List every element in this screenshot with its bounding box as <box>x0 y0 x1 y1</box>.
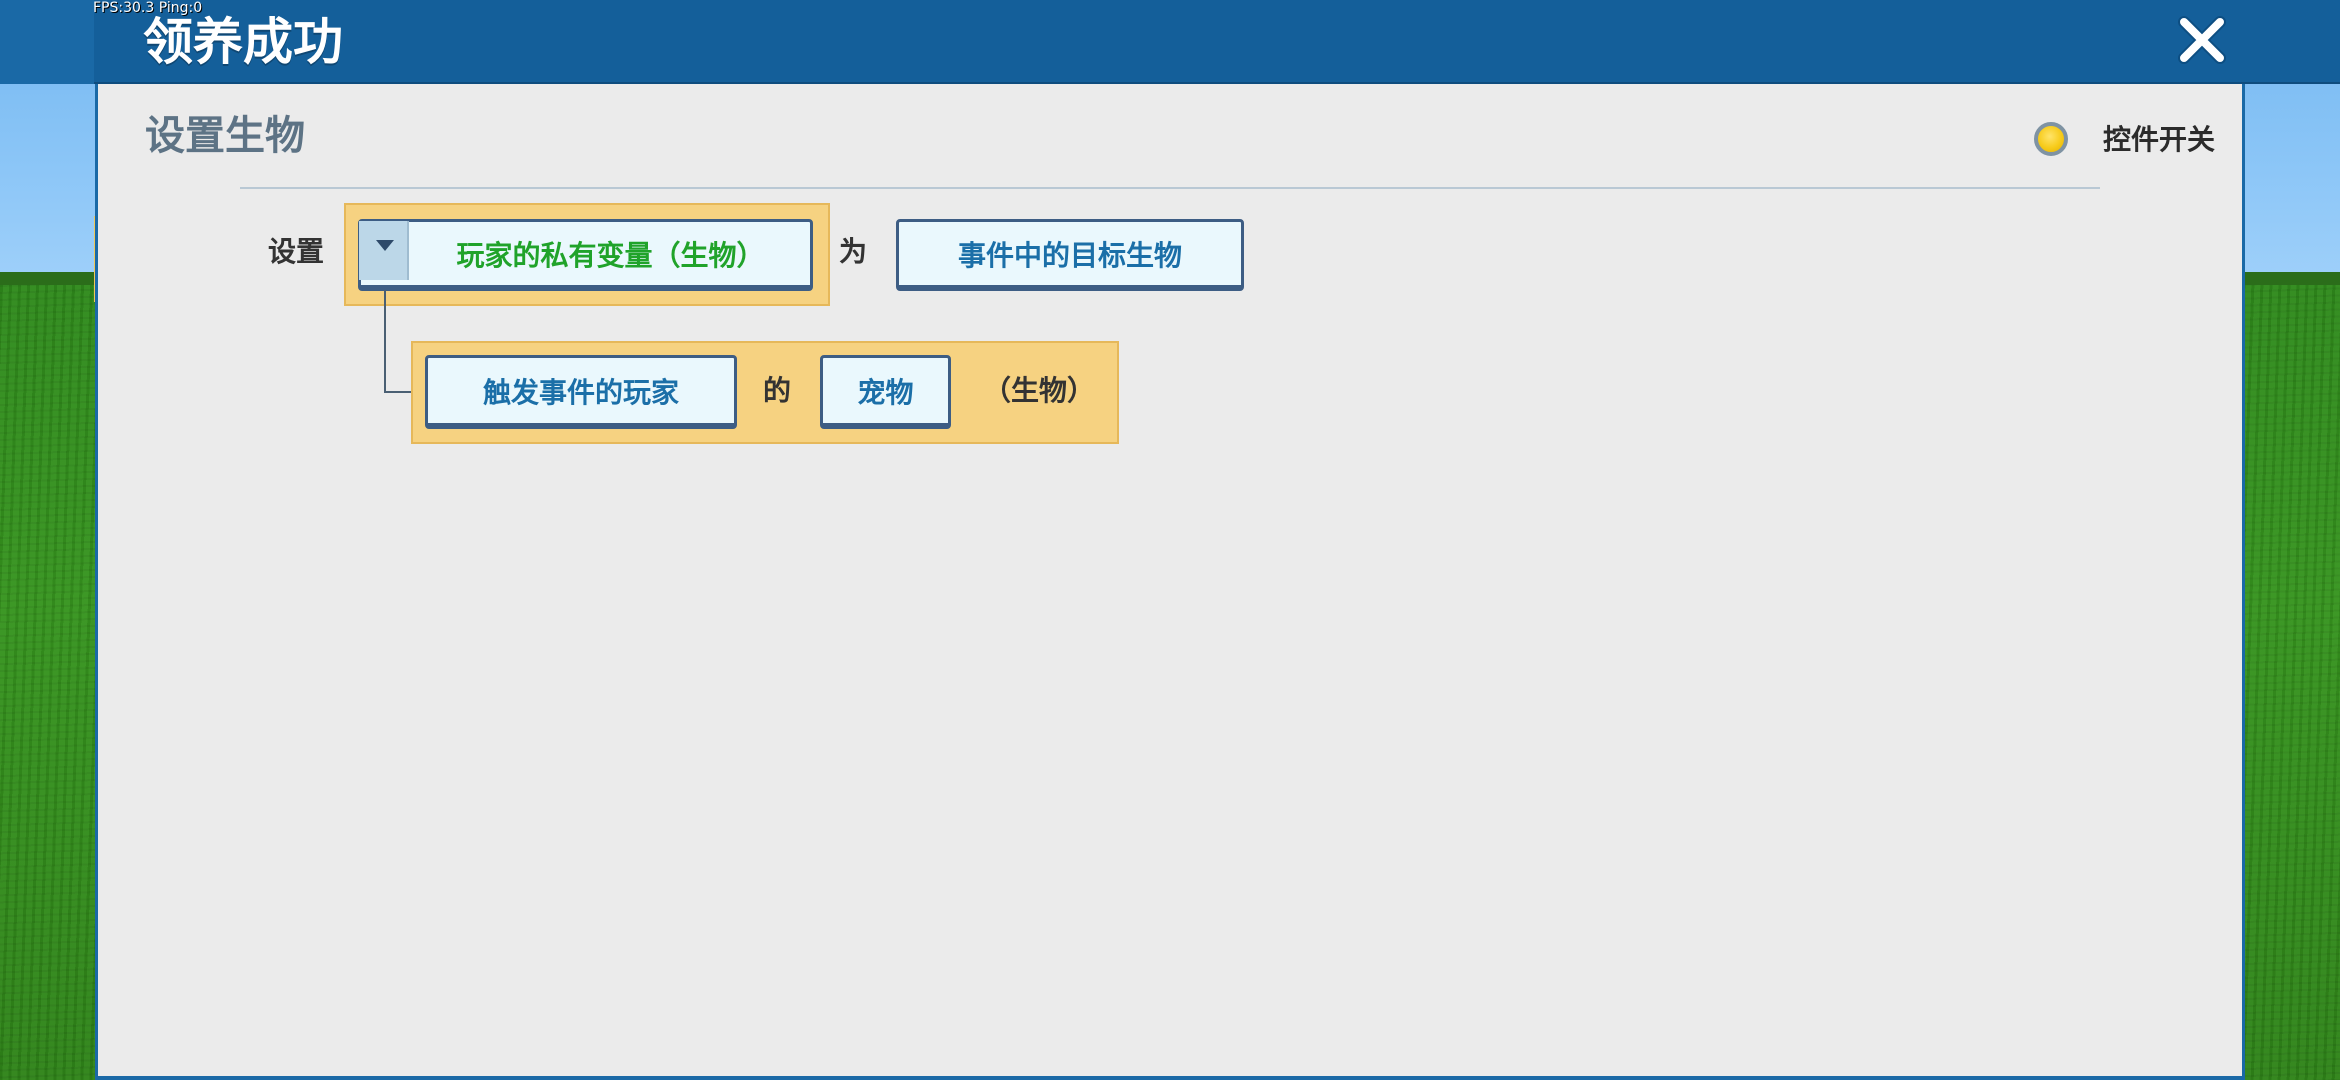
header-left-edge <box>0 0 94 84</box>
target-creature-button[interactable]: 事件中的目标生物 <box>896 219 1244 291</box>
close-icon <box>2178 16 2226 64</box>
section-title: 设置生物 <box>145 113 305 159</box>
chevron-down-icon <box>376 240 394 251</box>
triggering-player-button[interactable]: 触发事件的玩家 <box>425 355 737 429</box>
nesting-connector-horizontal <box>384 391 412 393</box>
nesting-connector-vertical <box>384 290 386 393</box>
dropdown-toggle[interactable] <box>359 221 409 280</box>
dialog-title: 领养成功 <box>143 13 343 71</box>
as-label: 为 <box>839 235 868 268</box>
pet-button[interactable]: 宠物 <box>820 355 951 429</box>
private-variable-label: 玩家的私有变量（生物） <box>456 238 765 272</box>
close-button[interactable] <box>2176 14 2228 66</box>
creature-type-hint: （生物） <box>983 374 1096 407</box>
of-label: 的 <box>763 374 792 407</box>
section-divider <box>240 187 2100 189</box>
control-switch-toggle[interactable] <box>2034 122 2068 156</box>
control-switch-label: 控件开关 <box>2103 123 2216 156</box>
game-screen: FPS:30.3 Ping:0 领养成功 设置生物 控件开关 设置 玩家的私有变… <box>0 0 2340 1080</box>
triggering-player-label: 触发事件的玩家 <box>482 375 679 409</box>
private-variable-dropdown[interactable]: 玩家的私有变量（生物） <box>358 219 813 291</box>
set-label: 设置 <box>268 235 325 268</box>
pet-label: 宠物 <box>857 375 914 409</box>
target-creature-label: 事件中的目标生物 <box>957 238 1182 272</box>
dialog-header <box>0 0 2340 84</box>
